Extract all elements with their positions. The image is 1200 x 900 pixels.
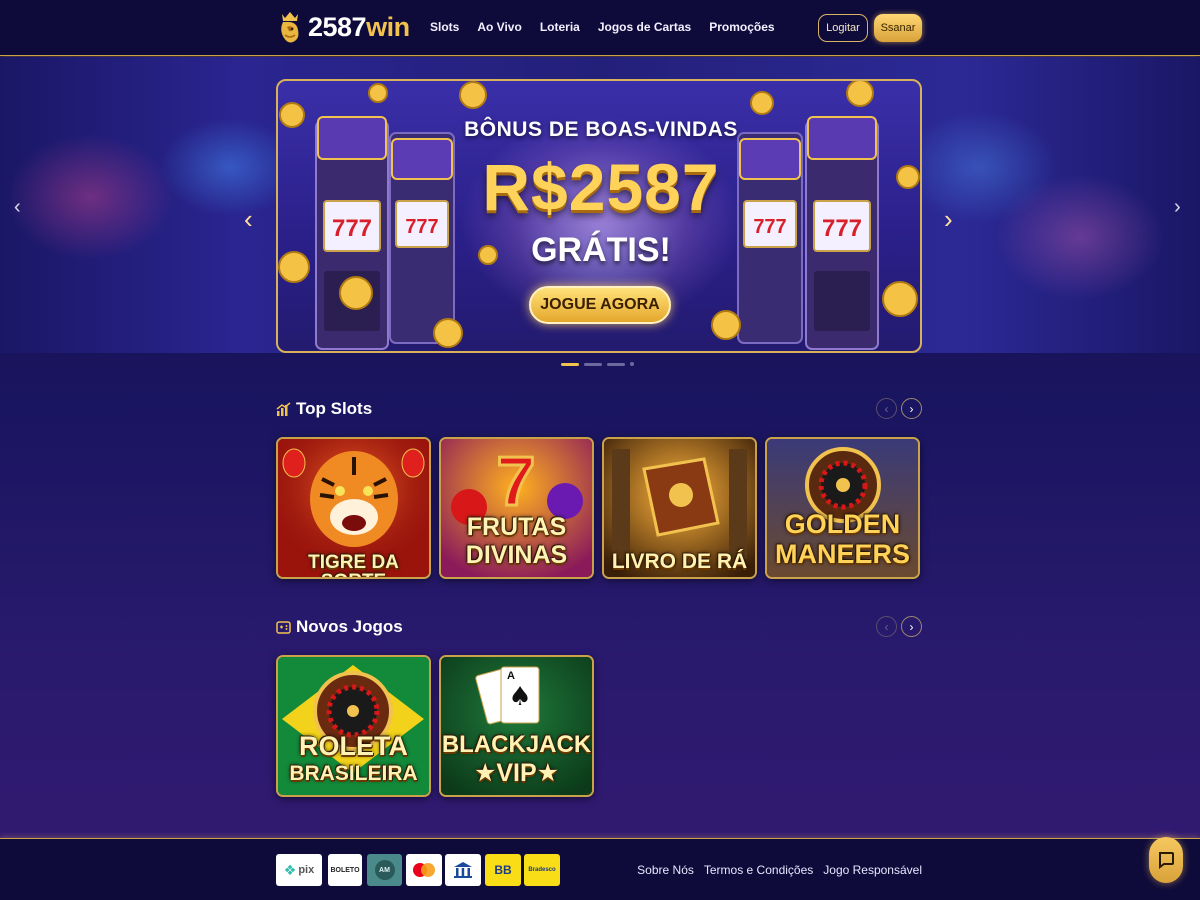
game-card-golden-maneers[interactable]: GOLDEN MANEERS	[765, 437, 920, 579]
boleto-payment-logo: BOLETO	[328, 854, 362, 886]
card-title-line1: GOLDEN	[784, 509, 901, 539]
svg-text:♠: ♠	[508, 682, 531, 712]
live-chat-button[interactable]	[1149, 837, 1183, 883]
footer-links: Sobre Nós Termos e Condições Jogo Respon…	[637, 863, 922, 877]
register-button[interactable]: Ssanar	[874, 14, 922, 42]
site-footer: ❖ pix BOLETO AM BB Bradesco Sobre Nós Te…	[0, 838, 1200, 900]
logo-wordmark: 2587win	[308, 11, 410, 42]
game-card-blackjack-vip[interactable]: ♠ A BLACKJACK ★VIP★	[439, 655, 594, 797]
mastercard-icon	[413, 863, 435, 877]
banco-do-brasil-payment-logo: BB	[485, 854, 521, 886]
login-button[interactable]: Logitar	[818, 14, 868, 42]
game-card-livro-de-ra[interactable]: LIVRO DE RÁ	[602, 437, 757, 579]
chart-trend-icon	[276, 401, 291, 416]
nav-loteria[interactable]: Loteria	[540, 20, 580, 34]
nav-jogos-de-cartas[interactable]: Jogos de Cartas	[598, 20, 691, 34]
footer-link-termos[interactable]: Termos e Condições	[704, 863, 813, 877]
game-card-tigre-da-sorte[interactable]: TIGRE DA SORTE	[276, 437, 431, 579]
carousel-dot-4[interactable]	[630, 362, 634, 366]
banner-next-arrow-icon[interactable]: ›	[944, 204, 953, 235]
site-logo[interactable]: 2587win	[276, 8, 410, 46]
top-slots-pager: ‹ ›	[876, 398, 922, 419]
card-title-line1: BLACKJACK	[441, 731, 592, 758]
svg-text:A: A	[507, 670, 515, 682]
bradesco-payment-logo: Bradesco	[524, 854, 560, 886]
bank-icon	[454, 862, 472, 878]
nav-ao-vivo[interactable]: Ao Vivo	[477, 20, 521, 34]
lion-crown-icon	[281, 12, 299, 43]
carousel-dot-2[interactable]	[584, 362, 602, 366]
card-title-line2: BRASILEIRA	[289, 762, 418, 785]
card-title-line1: ROLETA	[299, 731, 408, 761]
section-title-text: Top Slots	[296, 399, 373, 418]
card-title-line1: TIGRE DA SORTE	[308, 552, 399, 577]
carousel-dot-1[interactable]	[561, 362, 579, 366]
banner-prev-arrow-icon[interactable]: ‹	[244, 204, 253, 235]
top-slots-next-button[interactable]: ›	[901, 398, 922, 419]
banner-subtitle: BÔNUS DE BOAS-VINDAS	[464, 118, 738, 141]
am-payment-logo: AM	[367, 854, 402, 886]
top-slots-heading: Top Slots	[276, 399, 372, 419]
chat-bubble-icon	[1159, 852, 1174, 869]
footer-link-jogo-responsavel[interactable]: Jogo Responsável	[823, 863, 922, 877]
card-title-line1: FRUTAS	[466, 513, 567, 541]
footer-link-sobre-nos[interactable]: Sobre Nós	[637, 863, 694, 877]
pix-payment-logo: ❖ pix	[276, 854, 322, 886]
hero-prev-outer-arrow-icon[interactable]: ‹	[14, 196, 21, 219]
nav-slots[interactable]: Slots	[430, 20, 459, 34]
hero-next-outer-arrow-icon[interactable]: ›	[1174, 196, 1181, 219]
bank-payment-logo	[445, 854, 481, 886]
site-header: 2587win Slots Ao Vivo Loteria Jogos de C…	[0, 0, 1200, 56]
banner-free-text: GRÁTIS!	[531, 231, 671, 269]
card-title-line2: DIVINAS	[465, 541, 568, 569]
card-title-line1: LIVRO DE RÁ	[611, 550, 748, 573]
game-card-roleta-brasileira[interactable]: ROLETA BRASILEIRA	[276, 655, 431, 797]
carousel-indicators	[561, 362, 634, 366]
top-slots-prev-button[interactable]: ‹	[876, 398, 897, 419]
section-title-text: Novos Jogos	[296, 617, 403, 636]
new-games-prev-button[interactable]: ‹	[876, 616, 897, 637]
new-games-next-button[interactable]: ›	[901, 616, 922, 637]
nav-promocoes[interactable]: Promoções	[709, 20, 774, 34]
hero-banner[interactable]: 777 777 777 777 BÔNUS DE BOAS-VINDAS R$2…	[276, 79, 922, 353]
banner-amount: R$2587	[482, 150, 720, 224]
gamepad-icon	[276, 620, 291, 634]
card-title-line2: ★VIP★	[473, 759, 560, 787]
main-nav: Slots Ao Vivo Loteria Jogos de Cartas Pr…	[430, 20, 775, 34]
svg-text:7: 7	[497, 442, 536, 520]
new-games-pager: ‹ ›	[876, 616, 922, 637]
play-now-button[interactable]: JOGUE AGORA	[529, 286, 671, 324]
mastercard-payment-logo	[406, 854, 442, 886]
carousel-dot-3[interactable]	[607, 362, 625, 366]
game-card-frutas-divinas[interactable]: 7 FRUTAS DIVINAS	[439, 437, 594, 579]
card-title-line2: MANEERS	[774, 539, 910, 569]
new-games-heading: Novos Jogos	[276, 617, 403, 637]
